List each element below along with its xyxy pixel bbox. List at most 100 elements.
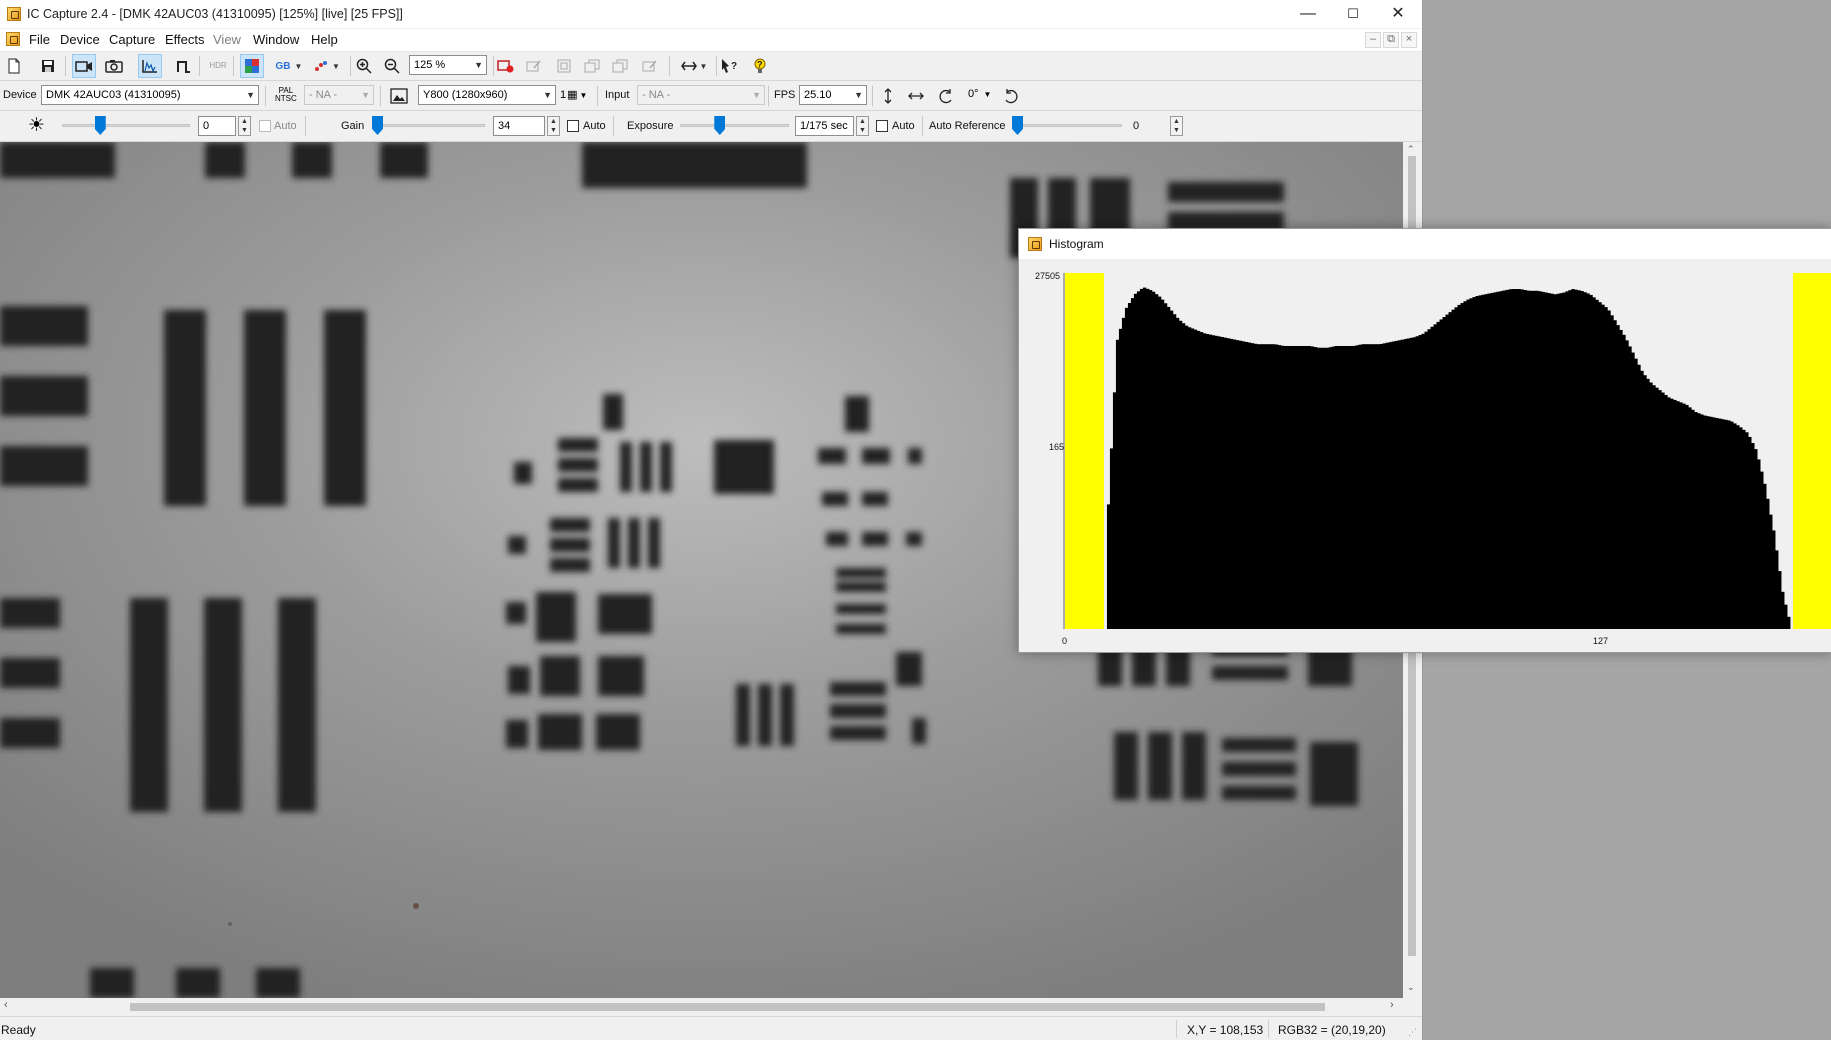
histogram-bar bbox=[1541, 291, 1545, 629]
record-icon[interactable] bbox=[494, 54, 518, 78]
menu-window[interactable]: Window bbox=[253, 32, 299, 47]
histogram-bar bbox=[1388, 342, 1392, 629]
auto-reference-spinner[interactable]: ▲ ▼ bbox=[1170, 116, 1183, 136]
histogram-bar bbox=[1709, 416, 1713, 629]
exposure-spinner[interactable]: ▲ ▼ bbox=[856, 116, 869, 136]
rgb-icon[interactable]: GB ▼ bbox=[272, 54, 306, 78]
scroll-up-icon[interactable]: ⌃ bbox=[1407, 144, 1415, 155]
gain-slider-track[interactable] bbox=[372, 124, 485, 127]
chevron-down-icon: ▼ bbox=[246, 90, 255, 100]
brightness-slider-thumb[interactable] bbox=[94, 116, 106, 135]
resize-grip-icon[interactable]: ⋰ bbox=[1408, 1027, 1417, 1038]
hdr-icon[interactable]: HDR bbox=[206, 54, 230, 78]
histogram-bar bbox=[1781, 591, 1785, 629]
clip-marker-low bbox=[1065, 273, 1104, 629]
scroll-right-icon[interactable]: › bbox=[1390, 999, 1394, 1011]
menu-file[interactable]: File bbox=[29, 32, 50, 47]
gain-slider-thumb[interactable] bbox=[372, 116, 383, 135]
histogram-bar bbox=[1469, 298, 1473, 629]
video-norm-combo[interactable]: - NA - ▼ bbox=[304, 85, 374, 105]
exposure-auto-checkbox[interactable] bbox=[876, 120, 888, 132]
exposure-slider-track[interactable] bbox=[680, 124, 789, 127]
trigger-icon[interactable] bbox=[172, 54, 196, 78]
histogram-bar bbox=[1313, 347, 1318, 629]
toolbar-separator bbox=[233, 56, 234, 76]
document-icon[interactable] bbox=[6, 32, 20, 46]
maximize-button[interactable]: ☐ bbox=[1330, 0, 1376, 28]
brightness-spinner[interactable]: ▲ ▼ bbox=[238, 116, 251, 136]
histogram-bar bbox=[1652, 385, 1656, 629]
scroll-down-icon[interactable]: ⌄ bbox=[1407, 982, 1415, 993]
ntsc-label: NTSC bbox=[275, 94, 297, 103]
status-coordinates: X,Y = 108,153 bbox=[1187, 1023, 1264, 1037]
video-format-combo[interactable]: Y800 (1280x960) ▼ bbox=[418, 85, 556, 105]
gain-spinner[interactable]: ▲ ▼ bbox=[547, 116, 560, 136]
overlay-brush-icon[interactable] bbox=[522, 54, 546, 78]
device-combo[interactable]: DMK 42AUC03 (41310095) ▼ bbox=[41, 85, 259, 105]
histogram-icon[interactable] bbox=[138, 54, 162, 78]
rotate-left-icon[interactable] bbox=[933, 84, 957, 108]
gain-input[interactable]: 34 bbox=[493, 116, 545, 136]
overlay-edit-icon[interactable] bbox=[638, 54, 662, 78]
exposure-slider-thumb[interactable] bbox=[714, 116, 726, 135]
live-video-icon[interactable] bbox=[72, 54, 96, 78]
histogram-bar bbox=[1331, 346, 1336, 629]
minimize-button[interactable]: — bbox=[1285, 0, 1331, 28]
brightness-auto-checkbox[interactable] bbox=[259, 120, 271, 132]
menu-help[interactable]: Help bbox=[311, 32, 338, 47]
zoom-combo[interactable]: 125 % ▼ bbox=[409, 55, 487, 75]
fps-combo[interactable]: 25.10 ▼ bbox=[799, 85, 867, 105]
histogram-bar bbox=[1337, 345, 1342, 629]
overlay-copy-icon[interactable] bbox=[580, 54, 604, 78]
mdi-restore-button[interactable]: ⧉ bbox=[1383, 32, 1399, 48]
menu-view[interactable]: View bbox=[213, 32, 241, 47]
histogram-bar bbox=[1127, 302, 1132, 629]
menu-effects[interactable]: Effects bbox=[165, 32, 205, 47]
histogram-bar bbox=[1193, 329, 1198, 629]
color-dots-icon[interactable]: ▼ bbox=[310, 54, 344, 78]
overlay-rect-icon[interactable] bbox=[552, 54, 576, 78]
snapshot-icon[interactable] bbox=[102, 54, 126, 78]
title-bar[interactable]: IC Capture 2.4 - [DMK 42AUC03 (41310095)… bbox=[0, 0, 1422, 28]
context-help-icon[interactable]: ? bbox=[718, 54, 742, 78]
gain-auto-checkbox[interactable] bbox=[567, 120, 579, 132]
display-mode-icon[interactable]: ▼ bbox=[676, 54, 712, 78]
save-icon[interactable] bbox=[36, 54, 60, 78]
grid-icon: ▦ bbox=[567, 89, 578, 101]
brightness-input[interactable]: 0 bbox=[198, 116, 236, 136]
flip-vertical-icon[interactable] bbox=[876, 84, 900, 108]
toolbar-separator bbox=[922, 116, 923, 136]
histogram-bar bbox=[1109, 448, 1114, 629]
rotation-dropdown[interactable]: 0° ▼ bbox=[968, 88, 991, 100]
histogram-bar bbox=[1553, 294, 1557, 629]
mdi-close-button[interactable]: × bbox=[1401, 32, 1417, 48]
scroll-left-icon[interactable]: ‹ bbox=[4, 999, 8, 1011]
help-icon[interactable]: ? bbox=[748, 54, 772, 78]
horizontal-scroll-thumb[interactable] bbox=[130, 1003, 1325, 1011]
flip-horizontal-icon[interactable] bbox=[904, 84, 928, 108]
histogram-bar bbox=[1658, 390, 1662, 629]
status-divider bbox=[1176, 1020, 1177, 1038]
menu-capture[interactable]: Capture bbox=[109, 32, 155, 47]
mdi-minimize-button[interactable]: – bbox=[1365, 32, 1381, 48]
horizontal-scrollbar[interactable]: ‹ › bbox=[0, 998, 1403, 1015]
histogram-bar bbox=[1463, 301, 1467, 629]
close-button[interactable]: ✕ bbox=[1375, 0, 1421, 28]
auto-reference-slider-thumb[interactable] bbox=[1012, 116, 1023, 135]
brightness-slider-track[interactable] bbox=[62, 124, 190, 127]
binning-button[interactable]: 1▦ ▼ bbox=[560, 88, 587, 101]
histogram-bar bbox=[1574, 289, 1578, 629]
input-combo[interactable]: - NA - ▼ bbox=[637, 85, 765, 105]
menu-device[interactable]: Device bbox=[60, 32, 100, 47]
overlay-paste-icon[interactable] bbox=[608, 54, 632, 78]
histogram-bar bbox=[1307, 345, 1312, 629]
zoom-in-icon[interactable] bbox=[352, 54, 376, 78]
rotate-right-icon[interactable] bbox=[1000, 84, 1024, 108]
color-format-icon[interactable] bbox=[240, 54, 264, 78]
exposure-input[interactable]: 1/175 sec bbox=[795, 116, 854, 136]
histogram-window[interactable]: Histogram 27505 165 0 127 bbox=[1018, 228, 1831, 653]
zoom-out-icon[interactable] bbox=[380, 54, 404, 78]
new-icon[interactable] bbox=[2, 54, 26, 78]
histogram-bar bbox=[1628, 346, 1632, 629]
auto-reference-slider-track[interactable] bbox=[1012, 124, 1122, 127]
